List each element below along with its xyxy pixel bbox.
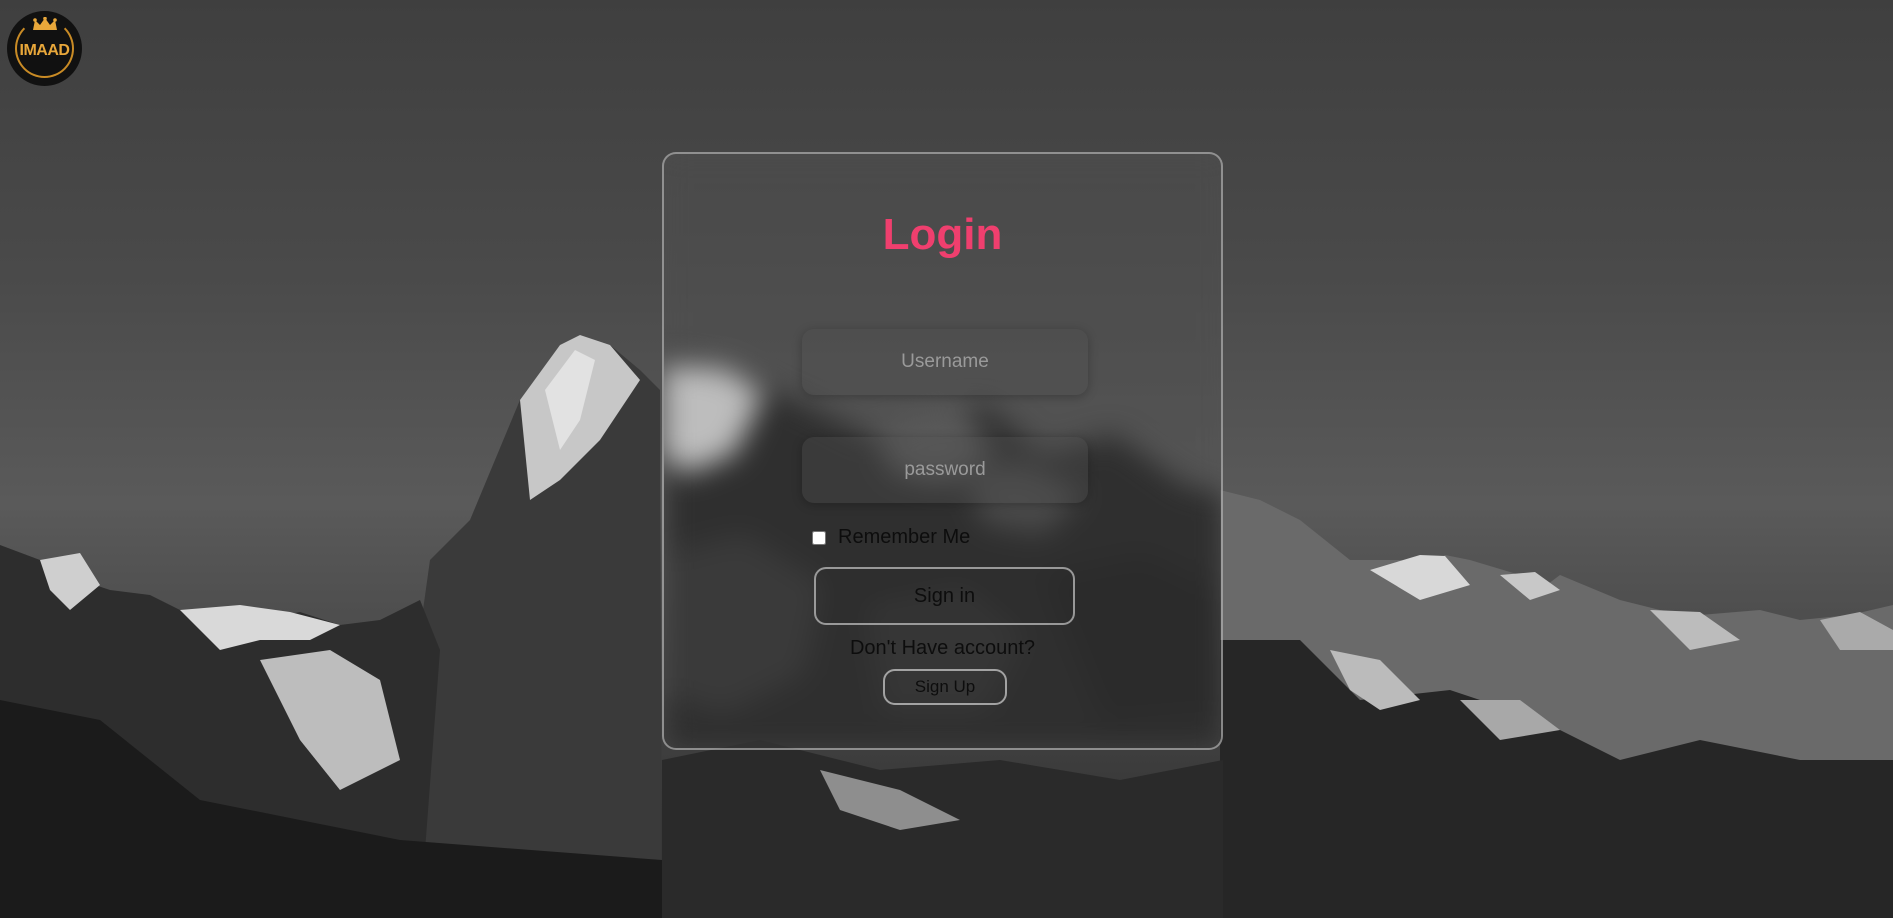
sign-up-button[interactable]: Sign Up <box>883 669 1007 705</box>
username-input[interactable] <box>802 329 1088 395</box>
remember-me-label: Remember Me <box>838 526 971 548</box>
login-title: Login <box>882 210 1003 259</box>
no-account-text: Don't Have account? <box>849 637 1036 659</box>
password-input[interactable] <box>802 437 1088 503</box>
remember-me-row[interactable]: Remember Me <box>812 526 970 549</box>
brand-logo[interactable]: IMAAD <box>7 11 82 86</box>
crown-icon <box>32 17 57 30</box>
sign-in-button[interactable]: Sign in <box>814 567 1075 625</box>
login-card: Login Remember Me Sign in Don't Have acc… <box>662 152 1223 750</box>
remember-me-checkbox[interactable] <box>812 530 826 545</box>
